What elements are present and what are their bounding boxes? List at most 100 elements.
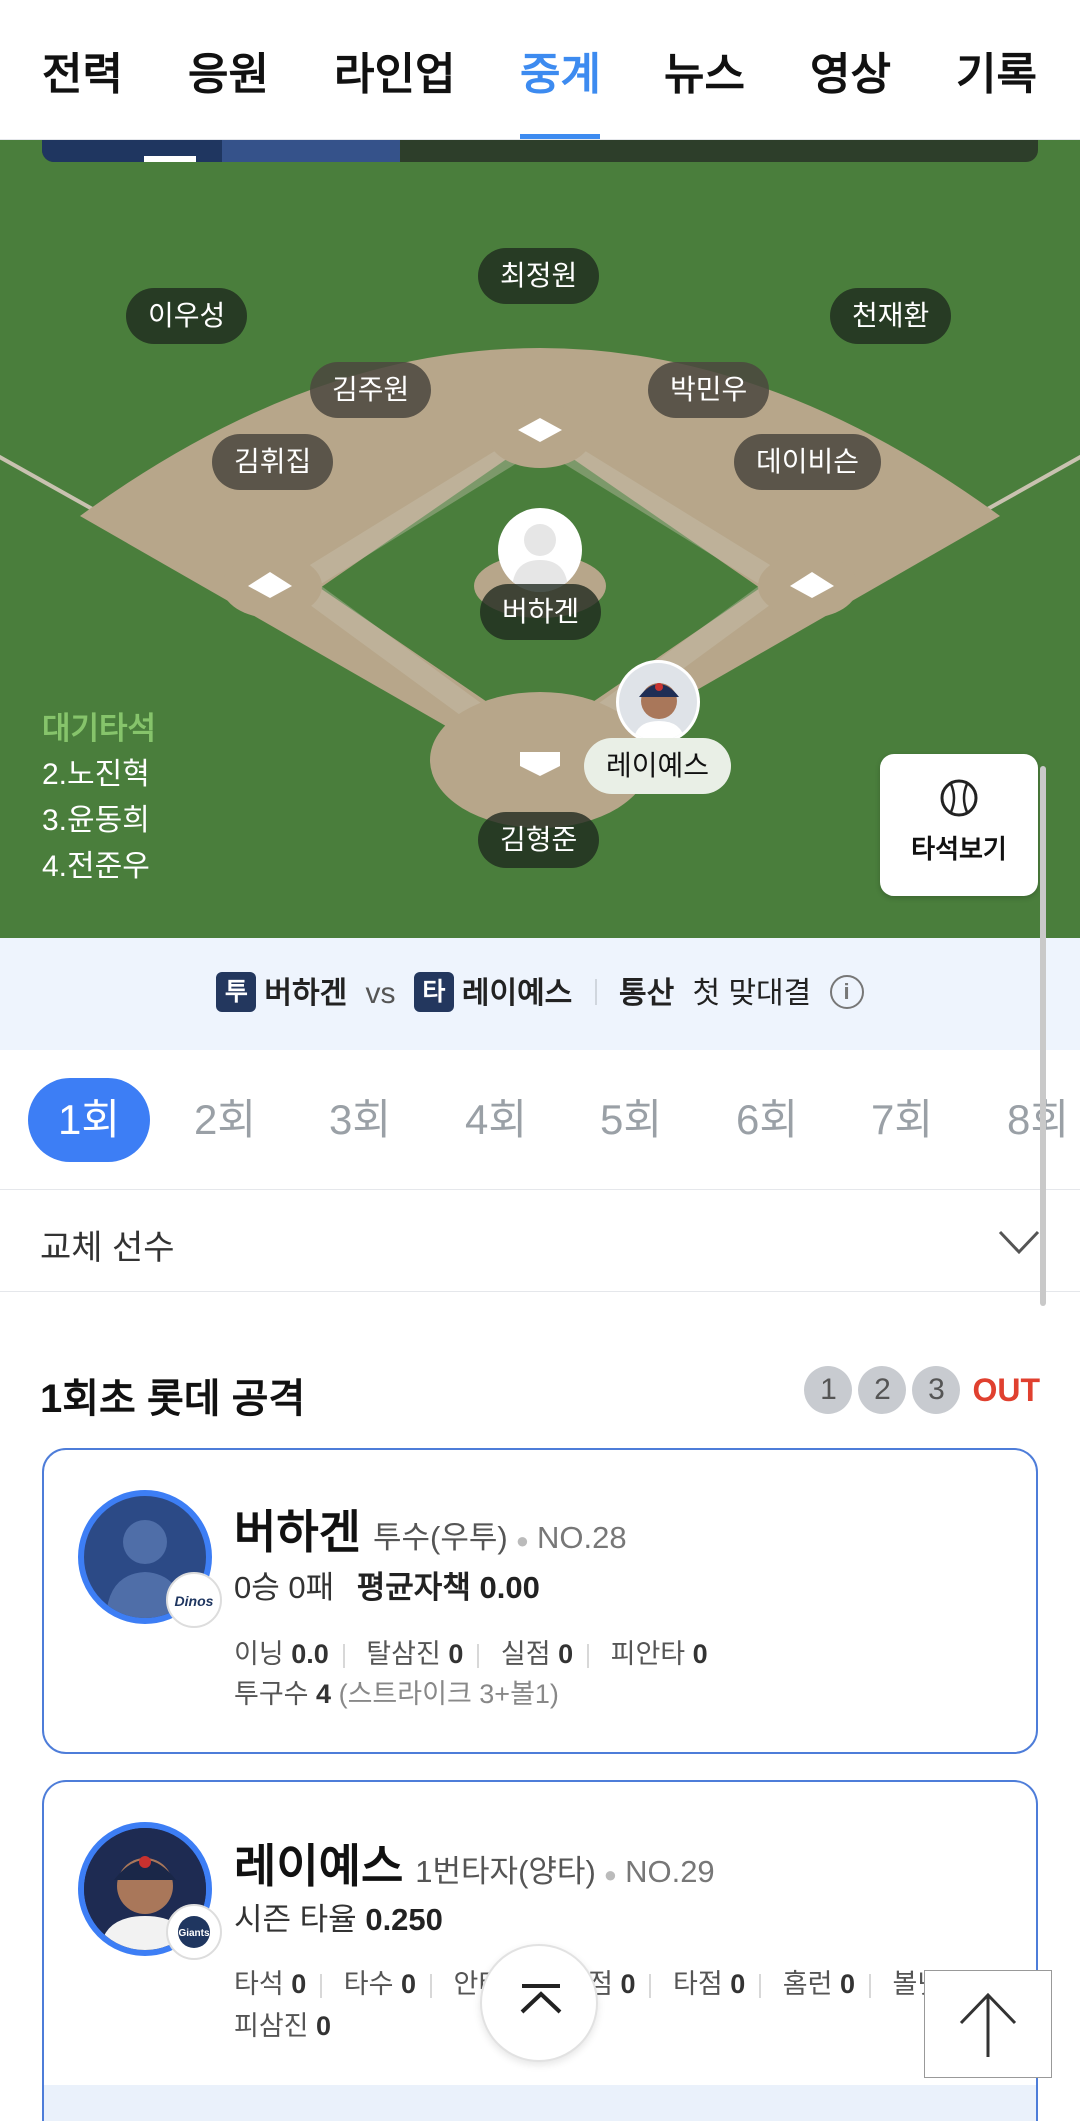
pitcher-number: NO.28	[537, 1520, 627, 1555]
stat-label: 타수	[343, 1969, 394, 1999]
pitcher-card[interactable]: Dinos 버하겐 투수(우투) ● NO.28 0승 0패 평균자책 0.00 이닝…	[42, 1448, 1038, 1754]
on-deck-item: 2.노진혁	[42, 758, 150, 791]
batter-photo-icon	[619, 663, 697, 741]
inning-tab-3[interactable]: 3회	[299, 1078, 421, 1162]
scrollbar[interactable]	[1040, 766, 1046, 1306]
batter-position: 1번타자(양타)	[415, 1854, 596, 1889]
batter-badge: 타	[413, 972, 454, 1013]
pitcher-name: 버하겐 투수(우투) ● NO.28	[234, 1506, 627, 1558]
half-inning-title: 1회초 롯데 공격	[40, 1377, 306, 1421]
pitcher-avatar[interactable]	[498, 508, 582, 592]
svg-text:Dinos: Dinos	[175, 1593, 214, 1609]
stat-value: 0	[730, 1969, 746, 1999]
pitch-breakdown: (스트라이크 3+볼1)	[338, 1679, 559, 1709]
fielder-second-base[interactable]: 박민우	[648, 362, 770, 418]
fielder-third-base[interactable]: 김휘집	[212, 434, 334, 490]
stat-label: 홈런	[782, 1969, 833, 1999]
on-deck-title: 대기타석	[42, 711, 157, 746]
card-footer-strip	[44, 2085, 1036, 2121]
tab-video[interactable]: 영상	[810, 38, 891, 102]
baseball-icon	[939, 778, 979, 823]
batter-season-avg: 시즌 타율 0.250	[234, 1894, 443, 1939]
stat-value: 0	[558, 1639, 574, 1669]
stat-value: 0	[692, 1639, 708, 1669]
stat-value: 0	[839, 1969, 855, 1999]
stat-label: 이닝	[234, 1639, 284, 1669]
tab-cheer[interactable]: 응원	[188, 38, 269, 102]
bat-view-label: 타석보기	[911, 834, 1007, 864]
inning-selector: 1회 2회 3회 4회 5회 6회 7회 8회	[0, 1050, 1080, 1190]
fielder-left-field[interactable]: 이우성	[126, 288, 248, 344]
batter-avatar[interactable]	[616, 660, 700, 744]
batter-name-text: 레이예스	[234, 1840, 404, 1892]
fielder-right-field[interactable]: 천재환	[830, 288, 952, 344]
team-logo-icon: Giants	[166, 1904, 222, 1960]
info-icon[interactable]: i	[829, 975, 864, 1010]
inning-tab-6[interactable]: 6회	[706, 1078, 828, 1162]
career-label: 통산	[618, 977, 675, 1010]
out-label: OUT	[972, 1372, 1040, 1408]
divider	[594, 979, 597, 1006]
tab-lineup-strength[interactable]: 전력	[42, 38, 123, 102]
stat-value: 0	[620, 1969, 636, 1999]
baseball-field: 이우성 최정원 천재환 김주원 박민우 김휘집 데이비슨 버하겐 레이예스 김형…	[0, 140, 1080, 938]
out-indicator: 2	[858, 1366, 907, 1414]
out-indicator: 1	[804, 1366, 853, 1414]
fielder-center-field[interactable]: 최정원	[478, 248, 600, 304]
stat-value: 0.0	[291, 1639, 329, 1669]
pitcher-badge: 투	[216, 972, 257, 1013]
inning-tab-1[interactable]: 1회	[28, 1078, 150, 1162]
inning-tab-5[interactable]: 5회	[570, 1078, 692, 1162]
fielder-pitcher[interactable]: 버하겐	[480, 584, 602, 640]
chevron-up-icon	[520, 1984, 562, 2014]
top-tab-bar: 전력 응원 라인업 중계 뉴스 영상 기록	[0, 0, 1080, 140]
season-avg-value: 0.250	[365, 1902, 443, 1937]
fielder-first-base[interactable]: 데이비슨	[734, 434, 882, 490]
matchup-bar: 투 버하겐 vs 타 레이예스 통산 첫 맞대결 i	[0, 938, 1080, 1050]
tab-records[interactable]: 기록	[956, 38, 1037, 102]
pitcher-name-text: 버하겐	[234, 1506, 361, 1558]
on-deck-list: 대기타석 2.노진혁 3.윤동희 4.전준우	[42, 706, 156, 890]
career-value: 첫 맞대결	[692, 977, 812, 1010]
stat-label: 실점	[500, 1639, 551, 1669]
on-deck-item: 4.전준우	[42, 850, 150, 883]
scroll-top-button[interactable]	[480, 1944, 598, 2062]
inning-tab-2[interactable]: 2회	[164, 1078, 286, 1162]
bat-view-button[interactable]: 타석보기	[880, 754, 1038, 896]
strikeout-value: 0	[316, 2011, 332, 2041]
pitch-count-value: 4	[316, 1679, 332, 1709]
inning-tab-8[interactable]: 8회	[977, 1078, 1080, 1162]
back-to-top-button[interactable]	[924, 1970, 1052, 2078]
pitcher-record: 0승 0패 평균자책 0.00	[234, 1562, 540, 1607]
era-label: 평균자책	[356, 1570, 471, 1605]
tab-lineup[interactable]: 라인업	[334, 38, 455, 102]
out-count: 1 2 3 OUT	[798, 1366, 1040, 1416]
stat-label: 타석	[234, 1969, 284, 1999]
pitcher-win-loss: 0승 0패	[234, 1570, 335, 1605]
inning-tab-7[interactable]: 7회	[841, 1078, 963, 1162]
tab-live[interactable]: 중계	[520, 38, 601, 102]
batter-name-label[interactable]: 레이예스	[584, 738, 732, 794]
fielder-catcher[interactable]: 김형준	[478, 812, 600, 868]
chevron-down-icon	[996, 1218, 1042, 1269]
inning-tab-4[interactable]: 4회	[435, 1078, 557, 1162]
arrow-up-icon	[959, 1992, 1017, 2057]
person-silhouette-icon	[512, 524, 568, 592]
pitch-count-label: 투구수	[234, 1679, 309, 1709]
substitutes-accordion[interactable]: 교체 선수	[0, 1190, 1080, 1292]
era-value: 0.00	[479, 1570, 540, 1605]
stat-label: 피안타	[610, 1639, 686, 1669]
on-deck-item: 3.윤동희	[42, 804, 150, 837]
stat-value: 0	[448, 1639, 464, 1669]
stat-label: 타점	[673, 1969, 723, 1999]
tab-news[interactable]: 뉴스	[664, 38, 745, 102]
substitutes-label: 교체 선수	[40, 1229, 175, 1267]
active-tab-underline	[520, 134, 600, 139]
pitcher-position: 투수(우투)	[372, 1520, 508, 1555]
matchup-vs: vs	[365, 977, 396, 1010]
batter-number: NO.29	[625, 1854, 715, 1889]
batter-strikeouts: 피삼진 0	[234, 2004, 331, 2043]
team-logo-icon: Dinos	[166, 1572, 222, 1628]
stat-value: 0	[291, 1969, 307, 1999]
fielder-shortstop[interactable]: 김주원	[310, 362, 432, 418]
